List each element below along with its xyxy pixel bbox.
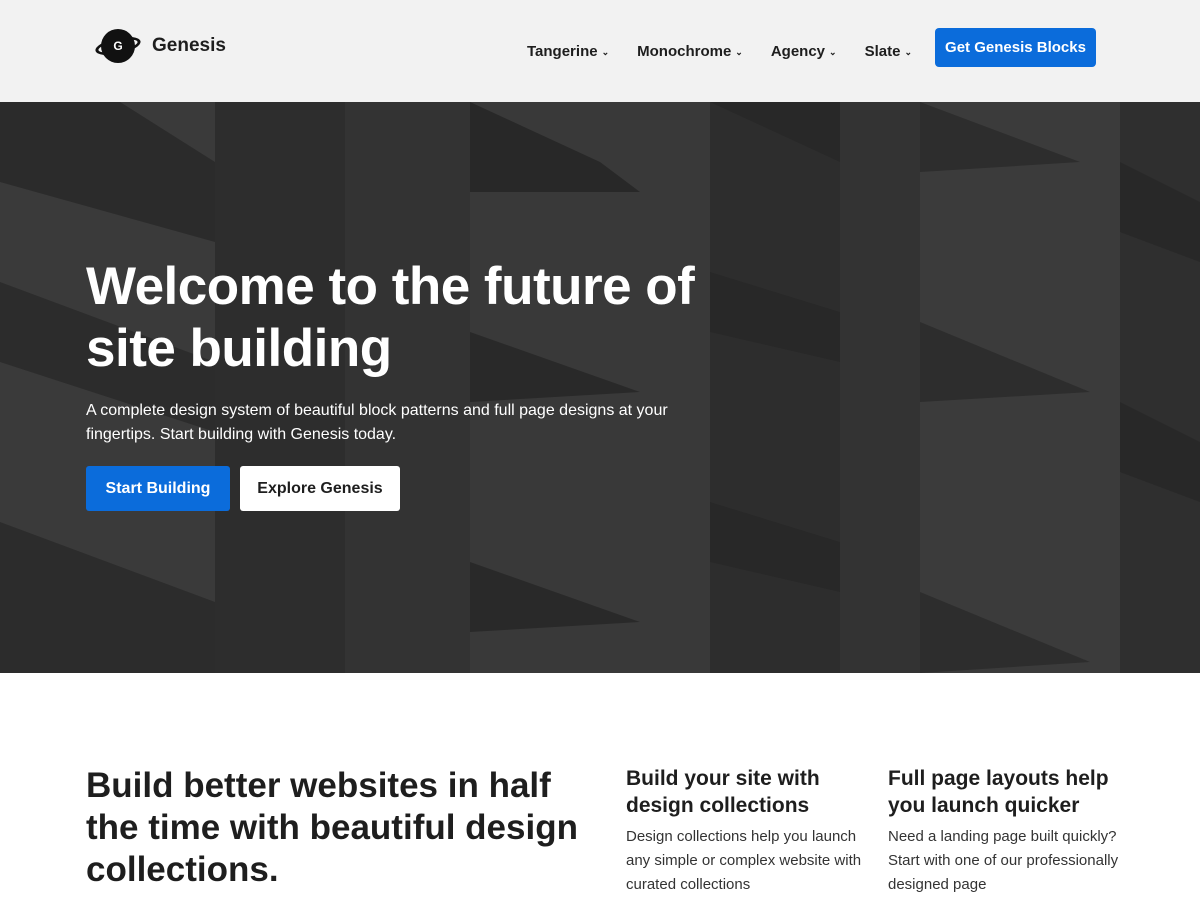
nav-item-tangerine[interactable]: Tangerine ⌄ (527, 43, 609, 60)
hero-description: A complete design system of beautiful bl… (86, 402, 668, 443)
chevron-down-icon: ⌄ (601, 46, 610, 57)
get-genesis-blocks-button[interactable]: Get Genesis Blocks (935, 28, 1096, 67)
nav-item-monochrome[interactable]: Monochrome ⌄ (637, 43, 743, 60)
start-building-button[interactable]: Start Building (86, 466, 230, 511)
nav-item-label: Tangerine (527, 42, 598, 60)
features-heading: Build better websites in half the time w… (86, 766, 578, 889)
feature-column-page-layouts: Full page layouts help you launch quicke… (888, 765, 1128, 897)
main-nav: Tangerine ⌄ Monochrome ⌄ Agency ⌄ Slate … (527, 0, 940, 102)
features-section: Build better websites in half the time w… (0, 673, 1200, 900)
nav-item-label: Slate (864, 42, 901, 60)
feature-title: Full page layouts help you launch quicke… (888, 767, 1109, 817)
nav-item-label: Monochrome (637, 42, 732, 60)
feature-text: Design collections help you launch any s… (626, 828, 862, 893)
site-logo[interactable]: G Genesis (93, 28, 226, 64)
hero-background-image (0, 102, 1200, 673)
explore-genesis-button[interactable]: Explore Genesis (240, 466, 400, 511)
nav-item-agency[interactable]: Agency ⌄ (771, 43, 837, 60)
chevron-down-icon: ⌄ (904, 46, 912, 57)
hero-section: Welcome to the future of site building A… (0, 102, 1200, 673)
feature-text: Need a landing page built quickly? Start… (888, 828, 1119, 893)
feature-title: Build your site with design collections (626, 767, 820, 817)
chevron-down-icon: ⌄ (829, 46, 837, 57)
nav-item-slate[interactable]: Slate ⌄ (865, 43, 912, 60)
logo-text: Genesis (152, 35, 226, 56)
site-header: G Genesis Tangerine ⌄ Monochrome ⌄ Agenc… (0, 0, 1200, 102)
hero-title: Welcome to the future of site building (86, 257, 695, 378)
nav-item-label: Agency (770, 42, 826, 60)
chevron-down-icon: ⌄ (735, 46, 743, 57)
feature-column-design-collections: Build your site with design collections … (626, 765, 866, 897)
genesis-planet-logo-icon: G (93, 28, 143, 64)
logo-planet: G (101, 29, 135, 63)
